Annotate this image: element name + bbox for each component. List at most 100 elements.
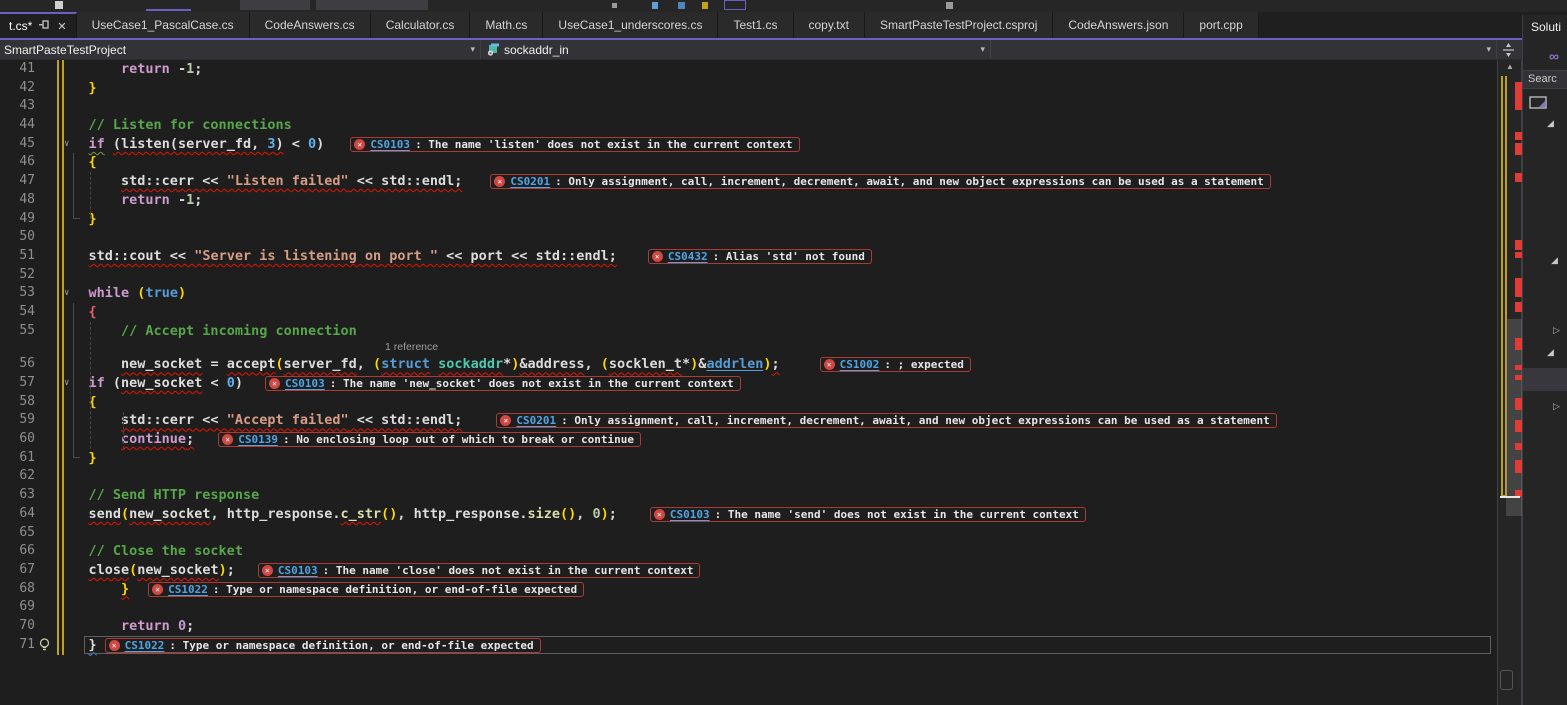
- error-annotation-cs0103[interactable]: ✕CS0103: The name 'listen' does not exis…: [350, 137, 799, 152]
- error-annotation-cs0432[interactable]: ✕CS0432: Alias 'std' not found: [648, 249, 872, 264]
- code-line-50[interactable]: 50: [0, 228, 1497, 247]
- code-line-44[interactable]: 44 // Listen for connections: [0, 116, 1497, 135]
- tab-test1-cs[interactable]: Test1.cs: [718, 12, 793, 38]
- tab-math-cs[interactable]: Math.cs: [470, 12, 543, 38]
- scroll-up-arrow-icon[interactable]: ▲: [1498, 62, 1522, 71]
- error-annotation-cs0201[interactable]: ✕CS0201: Only assignment, call, incremen…: [496, 413, 1276, 428]
- toolbar-icon[interactable]: [946, 2, 953, 9]
- code-token: ;: [194, 61, 202, 77]
- tab-codeanswers-cs[interactable]: CodeAnswers.cs: [250, 12, 371, 38]
- error-code-link[interactable]: CS0103: [285, 377, 325, 390]
- error-code-link[interactable]: CS0432: [668, 250, 708, 263]
- tab-codeanswers-json[interactable]: CodeAnswers.json: [1053, 12, 1184, 38]
- close-icon[interactable]: ✕: [57, 20, 66, 33]
- project-dropdown[interactable]: SmartPasteTestProject ▾: [0, 40, 481, 59]
- error-annotation-cs0139[interactable]: ✕CS0139: No enclosing loop out of which …: [218, 432, 641, 447]
- error-annotation-cs0103[interactable]: ✕CS0103: The name 'send' does not exist …: [650, 507, 1086, 522]
- code-line-70[interactable]: 70 return 0;: [0, 617, 1497, 636]
- member-dropdown[interactable]: ▾: [991, 40, 1497, 59]
- tab-label: CodeAnswers.json: [1068, 18, 1168, 32]
- code-editor[interactable]: 41 return -1;42 }4344 // Listen for conn…: [0, 60, 1498, 705]
- tree-expanded-arrow-icon[interactable]: ◢: [1551, 255, 1558, 266]
- code-line-69[interactable]: 69: [0, 598, 1497, 617]
- code-token: [56, 412, 121, 428]
- toolbar-active-button[interactable]: [724, 0, 746, 10]
- search-input[interactable]: Searc: [1523, 70, 1567, 89]
- tab-usecase1-pascalcase-cs[interactable]: UseCase1_PascalCase.cs: [77, 12, 250, 38]
- code-line-57[interactable]: 57∨ if (new_socket < 0)✕CS0103: The name…: [0, 374, 1497, 393]
- solution-explorer-panel[interactable]: Soluti ∞ Searc ◢◢▷◢▷: [1522, 15, 1567, 705]
- error-code-link[interactable]: CS0103: [370, 138, 410, 151]
- codelens-references[interactable]: 1 reference: [0, 340, 1497, 355]
- fold-collapse-icon[interactable]: ∨: [64, 135, 69, 154]
- switch-views-icon[interactable]: [1529, 95, 1549, 116]
- error-code-link[interactable]: CS0201: [516, 414, 556, 427]
- error-annotation-cs0201[interactable]: ✕CS0201: Only assignment, call, incremen…: [490, 174, 1270, 189]
- code-line-64[interactable]: 64 send(new_socket, http_response.c_str(…: [0, 505, 1497, 524]
- code-line-65[interactable]: 65: [0, 524, 1497, 543]
- error-annotation-cs1002[interactable]: ✕CS1002: ; expected: [820, 357, 971, 372]
- code-line-54[interactable]: 54 {: [0, 303, 1497, 322]
- tab-port-cpp[interactable]: port.cpp: [1184, 12, 1258, 38]
- error-annotation-cs0103[interactable]: ✕CS0103: The name 'new_socket' does not …: [265, 376, 741, 391]
- line-number: 51: [0, 247, 35, 266]
- code-line-68[interactable]: 68 }✕CS1022: Type or namespace definitio…: [0, 580, 1497, 599]
- code-line-46[interactable]: 46 {: [0, 153, 1497, 172]
- error-annotation-cs1022[interactable]: ✕CS1022: Type or namespace definition, o…: [148, 582, 584, 597]
- toolbar-icon[interactable]: [652, 2, 658, 9]
- type-dropdown[interactable]: sockaddr_in ▾: [481, 40, 991, 59]
- code-line-51[interactable]: 51 std::cout << "Server is listening on …: [0, 247, 1497, 266]
- code-line-62[interactable]: 62: [0, 467, 1497, 486]
- fold-collapse-icon[interactable]: ∨: [64, 284, 69, 303]
- line-number: 54: [0, 303, 35, 322]
- error-code-link[interactable]: CS0139: [238, 433, 278, 446]
- tree-collapsed-arrow-icon[interactable]: ▷: [1553, 401, 1560, 412]
- code-line-58[interactable]: 58 {: [0, 393, 1497, 412]
- code-token: [56, 285, 89, 301]
- tree-expanded-arrow-icon[interactable]: ◢: [1547, 347, 1554, 358]
- code-line-59[interactable]: 59 std::cerr << "Accept failed" << std::…: [0, 411, 1497, 430]
- code-line-71[interactable]: 71 }✕CS1022: Type or namespace definitio…: [0, 636, 1497, 655]
- code-line-53[interactable]: 53∨ while (true): [0, 284, 1497, 303]
- code-line-66[interactable]: 66 // Close the socket: [0, 542, 1497, 561]
- code-line-61[interactable]: 61 }: [0, 449, 1497, 468]
- toolbar-icon[interactable]: [702, 2, 708, 9]
- tab-calculator-cs[interactable]: Calculator.cs: [371, 12, 471, 38]
- tree-collapsed-arrow-icon[interactable]: ▷: [1553, 325, 1560, 336]
- lightbulb-icon[interactable]: [38, 638, 51, 658]
- toolbar-icon[interactable]: [678, 2, 685, 9]
- tab-smartpastetestproject-csproj[interactable]: SmartPasteTestProject.csproj: [865, 12, 1053, 38]
- code-line-41[interactable]: 41 return -1;: [0, 60, 1497, 79]
- code-line-55[interactable]: 55 // Accept incoming connection: [0, 322, 1497, 341]
- tree-selected-row[interactable]: [1523, 368, 1567, 391]
- error-code-link[interactable]: CS0201: [510, 175, 550, 188]
- tab-t-cs-[interactable]: t.cs*✕: [0, 12, 77, 38]
- error-annotation-cs0103[interactable]: ✕CS0103: The name 'close' does not exist…: [258, 563, 701, 578]
- code-line-48[interactable]: 48 return -1;: [0, 191, 1497, 210]
- tree-expanded-arrow-icon[interactable]: ◢: [1547, 118, 1554, 129]
- pin-icon[interactable]: [39, 19, 50, 33]
- tab-usecase1-underscores-cs[interactable]: UseCase1_underscores.cs: [543, 12, 718, 38]
- code-line-52[interactable]: 52: [0, 266, 1497, 285]
- code-line-49[interactable]: 49 }: [0, 210, 1497, 229]
- error-code-link[interactable]: CS0103: [278, 564, 318, 577]
- code-line-42[interactable]: 42 }: [0, 79, 1497, 98]
- code-line-43[interactable]: 43: [0, 97, 1497, 116]
- error-code-link[interactable]: CS1002: [840, 358, 880, 371]
- error-code-link[interactable]: CS0103: [670, 508, 710, 521]
- code-line-63[interactable]: 63 // Send HTTP response: [0, 486, 1497, 505]
- code-line-45[interactable]: 45∨ if (listen(server_fd, 3) < 0)✕CS0103…: [0, 135, 1497, 154]
- fold-collapse-icon[interactable]: ∨: [64, 374, 69, 393]
- split-editor-button[interactable]: [1497, 40, 1520, 59]
- code-line-47[interactable]: 47 std::cerr << "Listen failed" << std::…: [0, 172, 1497, 191]
- toolbar-button[interactable]: [55, 1, 63, 9]
- toolbar-icon[interactable]: [612, 3, 617, 8]
- toolbar-button[interactable]: [316, 0, 428, 10]
- vertical-scrollbar[interactable]: ▲: [1498, 60, 1522, 705]
- code-line-56[interactable]: 56 new_socket = accept(server_fd, (struc…: [0, 355, 1497, 374]
- code-line-60[interactable]: 60 continue;✕CS0139: No enclosing loop o…: [0, 430, 1497, 449]
- code-line-67[interactable]: 67 close(new_socket);✕CS0103: The name '…: [0, 561, 1497, 580]
- error-code-link[interactable]: CS1022: [168, 583, 208, 596]
- tab-copy-txt[interactable]: copy.txt: [794, 12, 865, 38]
- toolbar-button[interactable]: [240, 0, 310, 10]
